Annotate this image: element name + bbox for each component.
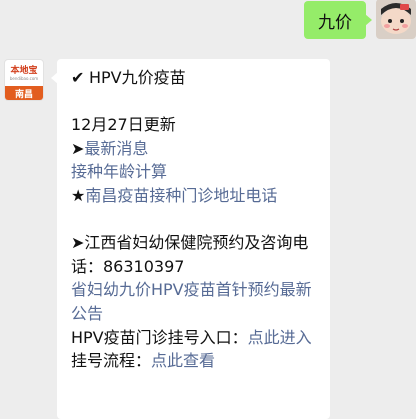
- registration-label: HPV疫苗门诊挂号入口：: [71, 327, 248, 347]
- message-title: HPV九价疫苗: [89, 68, 186, 87]
- arrow-icon: ➤: [71, 233, 85, 253]
- hospital-line: ➤江西省妇幼保健院预约及咨询电话：86310397: [71, 231, 318, 278]
- process-link[interactable]: 点此查看: [151, 351, 215, 370]
- avatar-logo-text: 本地宝: [10, 65, 38, 76]
- registration-link[interactable]: 点此进入: [248, 328, 312, 347]
- first-dose-notice-link[interactable]: 省妇幼九价HPV疫苗首针预约最新公告: [71, 280, 312, 323]
- clinics-line: ★南昌疫苗接种门诊地址电话: [71, 184, 318, 208]
- process-label: 挂号流程：: [71, 351, 152, 371]
- update-date: 12月27日更新: [71, 115, 176, 135]
- clinics-link[interactable]: 南昌疫苗接种门诊地址电话: [85, 186, 277, 205]
- registration-line: HPV疫苗门诊挂号入口：点此进入: [71, 326, 318, 350]
- age-calc-link[interactable]: 接种年龄计算: [71, 162, 167, 181]
- latest-news-line: ➤最新消息: [71, 137, 318, 161]
- avatar-logo-subtext: bendibao.com: [9, 75, 39, 81]
- bot-avatar[interactable]: 本地宝 bendibao.com 南昌: [4, 59, 44, 101]
- user-avatar-image: [376, 0, 416, 39]
- incoming-message-bubble: ✔ HPV九价疫苗 12月27日更新 ➤最新消息 接种年龄计算 ★南昌疫苗接种门诊…: [51, 59, 330, 419]
- checkmark-icon: ✔: [71, 68, 85, 87]
- user-avatar[interactable]: [376, 0, 416, 39]
- outgoing-message-text: 九价: [318, 12, 352, 33]
- arrow-icon: ➤: [71, 138, 85, 158]
- latest-news-link[interactable]: 最新消息: [84, 139, 148, 158]
- avatar-city-label: 南昌: [5, 86, 43, 100]
- outgoing-message-bubble[interactable]: 九价: [304, 1, 372, 39]
- star-icon: ★: [71, 185, 86, 205]
- message-title-line: ✔ HPV九价疫苗: [71, 66, 318, 90]
- process-line: 挂号流程：点此查看: [71, 349, 318, 373]
- hospital-contact-text: 江西省妇幼保健院预约及咨询电话：86310397: [71, 233, 309, 276]
